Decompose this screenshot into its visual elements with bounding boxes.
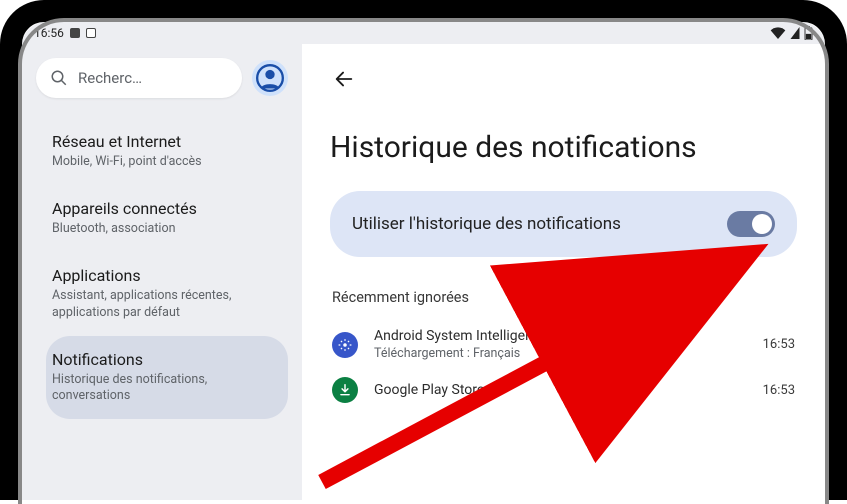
section-header: Récemment ignorées xyxy=(332,289,797,306)
notif-time: 16:53 xyxy=(763,337,795,352)
profile-avatar[interactable] xyxy=(252,60,288,96)
page-title: Historique des notifications xyxy=(330,130,797,165)
gear-icon xyxy=(338,338,352,352)
notif-time: 16:53 xyxy=(763,383,795,398)
sd-card-icon xyxy=(70,28,80,38)
history-switch[interactable] xyxy=(727,211,775,237)
sidebar-item-devices[interactable]: Appareils connectés Bluetooth, associati… xyxy=(46,185,288,252)
status-bar: 16:56 xyxy=(22,22,825,44)
wifi-icon xyxy=(770,27,786,39)
sidebar-item-notifications[interactable]: Notifications Historique des notificatio… xyxy=(46,336,288,420)
notification-item[interactable]: Google Play Store 16:53 xyxy=(330,369,797,411)
nav-title: Réseau et Internet xyxy=(52,132,274,151)
nav-sub: Assistant, applications récentes, applic… xyxy=(52,288,262,322)
nav-title: Applications xyxy=(52,266,274,285)
nav-title: Notifications xyxy=(52,350,274,369)
download-icon xyxy=(338,383,352,397)
nav-title: Appareils connectés xyxy=(52,199,274,218)
status-time: 16:56 xyxy=(34,26,64,40)
app-icon-download xyxy=(332,377,358,403)
back-button[interactable] xyxy=(330,65,358,93)
nav-sub: Bluetooth, association xyxy=(52,221,262,238)
person-icon xyxy=(256,64,284,92)
main-content: Historique des notifications Utiliser l'… xyxy=(302,44,825,500)
search-input[interactable]: Recherc… xyxy=(36,58,242,98)
notif-app: Android System Intelligence xyxy=(374,328,747,344)
battery-icon xyxy=(804,26,813,40)
arrow-left-icon xyxy=(333,68,355,90)
nav-sub: Historique des notifications, conversati… xyxy=(52,372,262,406)
notif-sub: Téléchargement : Français xyxy=(374,346,747,361)
notification-item[interactable]: Android System Intelligence Téléchargeme… xyxy=(330,320,797,369)
toggle-label: Utiliser l'historique des notifications xyxy=(352,214,621,234)
search-placeholder: Recherc… xyxy=(78,69,142,87)
settings-sidebar: Recherc… Réseau et Internet Mobile, Wi-F… xyxy=(22,44,302,500)
nav-sub: Mobile, Wi-Fi, point d'accès xyxy=(52,154,262,171)
notif-app: Google Play Store xyxy=(374,382,747,398)
sidebar-item-network[interactable]: Réseau et Internet Mobile, Wi-Fi, point … xyxy=(46,118,288,185)
cell-signal-icon xyxy=(790,27,800,39)
sidebar-item-apps[interactable]: Applications Assistant, applications réc… xyxy=(46,252,288,336)
search-icon xyxy=(50,69,68,87)
history-toggle-card[interactable]: Utiliser l'historique des notifications xyxy=(330,191,797,257)
app-icon-gear xyxy=(332,332,358,358)
notification-list: Android System Intelligence Téléchargeme… xyxy=(330,320,797,411)
app-badge-icon xyxy=(86,28,96,38)
